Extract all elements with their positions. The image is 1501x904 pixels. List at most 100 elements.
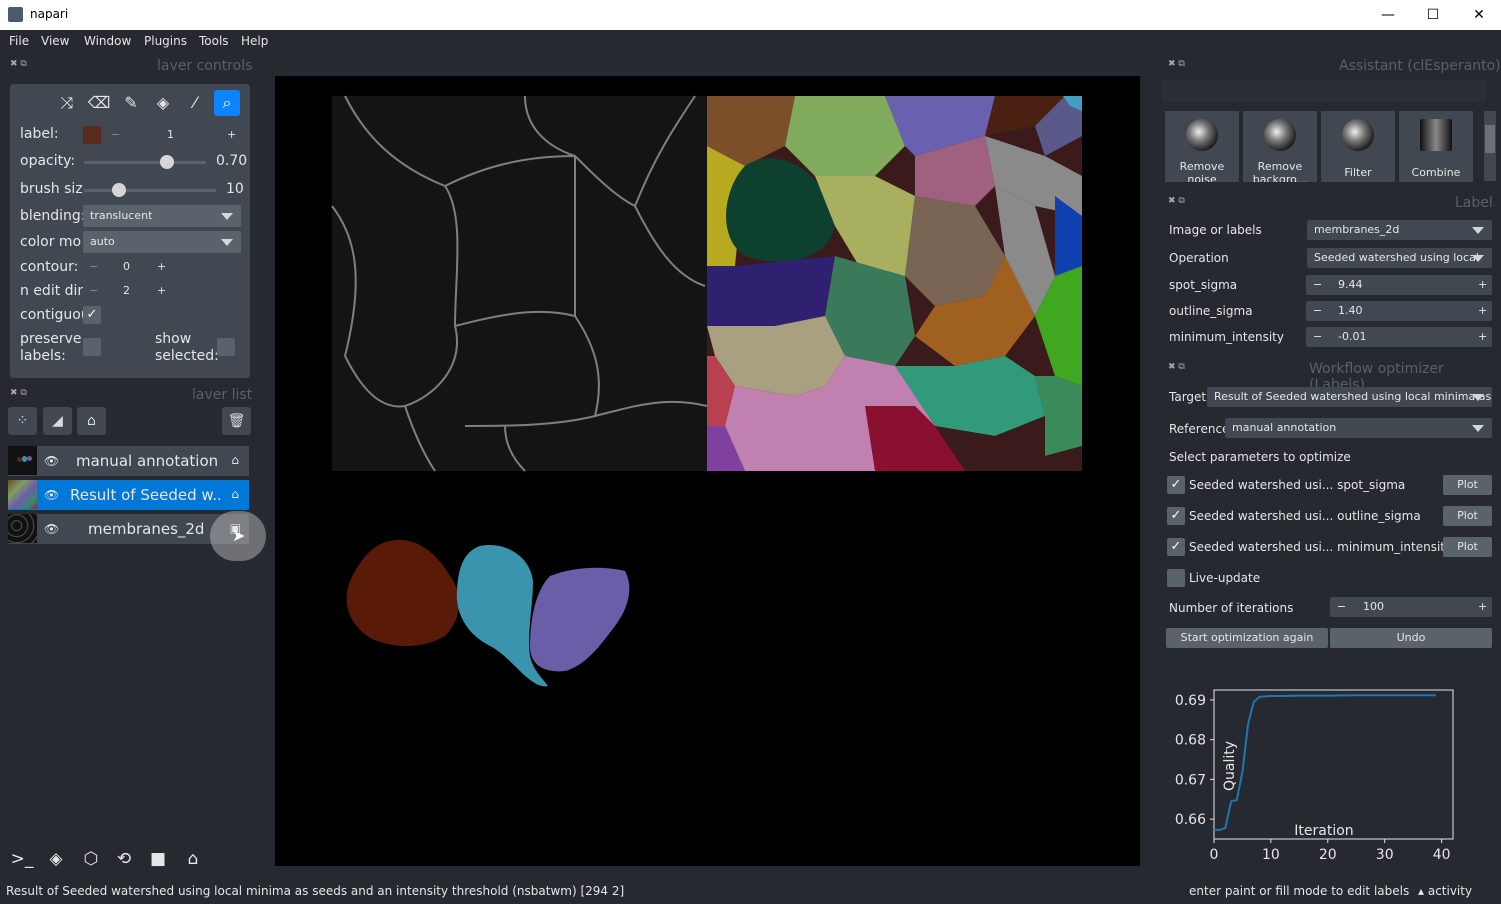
reference-dropdown[interactable]: manual annotation xyxy=(1225,418,1492,438)
viewer-canvas[interactable] xyxy=(275,76,1140,866)
increment-icon[interactable]: + xyxy=(1478,275,1487,295)
image-or-labels-label: Image or labels xyxy=(1169,223,1262,237)
new-shapes-layer-icon[interactable]: ◢ xyxy=(43,407,72,435)
opacity-slider-handle[interactable] xyxy=(160,155,174,169)
layer-row-seeded-watershed[interactable]: 👁 Result of Seeded w... ⌂ xyxy=(8,480,249,510)
chevron-down-icon xyxy=(1472,425,1484,432)
activity-button[interactable]: ▴ activity xyxy=(1418,884,1472,898)
outline-sigma-spinbox[interactable]: − 1.40 + xyxy=(1306,301,1492,321)
live-update-checkbox[interactable] xyxy=(1167,569,1185,587)
menu-window[interactable]: Window xyxy=(84,34,131,48)
contiguous-checkbox[interactable]: ✓ xyxy=(83,306,101,324)
n-edit-dim-increment-icon[interactable]: + xyxy=(157,281,166,301)
menu-plugins[interactable]: Plugins xyxy=(144,34,187,48)
label-spinbox[interactable]: − 1 + xyxy=(105,125,242,145)
n-edit-dim-spinbox[interactable]: − 2 + xyxy=(83,281,171,301)
visibility-eye-icon[interactable]: 👁 xyxy=(44,454,59,468)
param-spot-sigma-checkbox[interactable]: ✓ xyxy=(1167,476,1185,494)
dock-float-icons[interactable]: ✖ ⧉ xyxy=(1168,196,1185,206)
layer-row-membranes-2d[interactable]: 👁 membranes_2d ▣ ➤ xyxy=(8,511,266,561)
tile-combine[interactable]: Combine xyxy=(1399,111,1473,182)
layer-name[interactable]: Result of Seeded w... xyxy=(70,486,220,504)
target-dropdown[interactable]: Result of Seeded watershed using local m… xyxy=(1207,387,1492,407)
opacity-slider[interactable] xyxy=(84,161,206,164)
dock-float-icons[interactable]: ✖ ⧉ xyxy=(1168,362,1185,372)
increment-icon[interactable]: + xyxy=(1478,597,1487,617)
roll-dimensions-icon[interactable]: ⬡ xyxy=(77,845,105,873)
decrement-icon[interactable]: − xyxy=(1337,597,1346,617)
iterations-spinbox[interactable]: − 100 + xyxy=(1330,597,1492,617)
menu-help[interactable]: Help xyxy=(241,34,268,48)
label-decrement-icon[interactable]: − xyxy=(111,125,120,145)
contour-spinbox[interactable]: − 0 + xyxy=(83,257,171,277)
brush-size-slider-handle[interactable] xyxy=(112,183,126,197)
assistant-scrollbar[interactable] xyxy=(1484,111,1496,181)
start-optimization-button[interactable]: Start optimization again xyxy=(1166,628,1328,648)
color-picker-icon[interactable]: ⁄ xyxy=(182,90,208,116)
layer-name[interactable]: manual annotation xyxy=(76,452,226,470)
param-spot-sigma-label: Seeded watershed usi... spot_sigma xyxy=(1189,478,1406,492)
undo-button[interactable]: Undo xyxy=(1330,628,1492,648)
blending-dropdown[interactable]: translucent xyxy=(83,205,241,227)
color-mode-dropdown[interactable]: auto xyxy=(83,231,241,253)
plot-outline-sigma-button[interactable]: Plot xyxy=(1443,506,1492,526)
minimum-intensity-spinbox[interactable]: − -0.01 + xyxy=(1306,327,1492,347)
brush-size-value[interactable]: 10 xyxy=(226,181,244,197)
param-outline-sigma-checkbox[interactable]: ✓ xyxy=(1167,507,1185,525)
visibility-eye-icon[interactable]: 👁 xyxy=(44,488,59,502)
eraser-icon[interactable]: ⌫ xyxy=(86,90,112,116)
menu-view[interactable]: View xyxy=(41,34,69,48)
brush-size-slider[interactable] xyxy=(84,189,216,192)
new-labels-layer-icon[interactable]: ⌂ xyxy=(77,407,106,435)
dock-float-icons[interactable]: ✖ ⧉ xyxy=(10,388,27,398)
n-edit-dim-decrement-icon[interactable]: − xyxy=(89,281,98,301)
plot-spot-sigma-button[interactable]: Plot xyxy=(1443,475,1492,495)
visibility-eye-icon[interactable]: 👁 xyxy=(44,522,59,536)
spot-sigma-spinbox[interactable]: − 9.44 + xyxy=(1306,275,1492,295)
operation-dropdown[interactable]: Seeded watershed using local xyxy=(1307,248,1492,268)
maximize-button[interactable]: ☐ xyxy=(1410,0,1456,30)
tile-remove-noise[interactable]: Remove noise xyxy=(1165,111,1239,182)
new-points-layer-icon[interactable]: ⁘ xyxy=(8,407,37,435)
napari-app-icon xyxy=(8,7,23,22)
contour-increment-icon[interactable]: + xyxy=(157,257,166,277)
operation-value: Seeded watershed using local xyxy=(1314,251,1479,264)
contour-decrement-icon[interactable]: − xyxy=(89,257,98,277)
paintbrush-icon[interactable]: ✎ xyxy=(118,90,144,116)
show-selected-checkbox[interactable] xyxy=(217,338,235,356)
plot-minimum-intensity-button[interactable]: Plot xyxy=(1443,537,1492,557)
dock-float-icons[interactable]: ✖ ⧉ xyxy=(1168,59,1185,69)
menu-file[interactable]: File xyxy=(9,34,29,48)
ndisplay-toggle-icon[interactable]: ◈ xyxy=(42,845,70,873)
decrement-icon[interactable]: − xyxy=(1313,275,1322,295)
decrement-icon[interactable]: − xyxy=(1313,327,1322,347)
preserve-labels-checkbox[interactable] xyxy=(83,338,101,356)
tile-remove-background[interactable]: Remove backgro... xyxy=(1243,111,1317,182)
home-icon[interactable]: ⌂ xyxy=(179,845,207,873)
shuffle-colors-icon[interactable]: ⤨ xyxy=(54,90,80,116)
increment-icon[interactable]: + xyxy=(1478,301,1487,321)
delete-layer-icon[interactable]: 🗑 xyxy=(222,407,251,435)
zoom-pan-icon[interactable]: ⌕ xyxy=(214,90,240,116)
layer-row-manual-annotation[interactable]: 👁 manual annotation ⌂ xyxy=(8,446,249,476)
decrement-icon[interactable]: − xyxy=(1313,301,1322,321)
fill-bucket-icon[interactable]: ◈ xyxy=(150,90,176,116)
label-color-swatch[interactable] xyxy=(83,126,101,144)
console-icon[interactable]: >_ xyxy=(8,845,36,873)
minimize-button[interactable]: — xyxy=(1365,0,1411,30)
tile-filter[interactable]: Filter xyxy=(1321,111,1395,182)
image-or-labels-dropdown[interactable]: membranes_2d xyxy=(1307,220,1492,240)
menu-tools[interactable]: Tools xyxy=(199,34,229,48)
target-label: Target xyxy=(1169,390,1207,404)
dock-float-icons[interactable]: ✖ ⧉ xyxy=(10,59,27,69)
grid-toggle-icon[interactable]: ■ xyxy=(144,845,172,873)
close-button[interactable]: ✕ xyxy=(1456,0,1501,30)
opacity-value[interactable]: 0.70 xyxy=(216,153,250,169)
param-minimum-intensity-checkbox[interactable]: ✓ xyxy=(1167,538,1185,556)
label-increment-icon[interactable]: + xyxy=(227,125,236,145)
layer-name[interactable]: membranes_2d xyxy=(88,520,218,538)
transpose-dimensions-icon[interactable]: ⟲ xyxy=(110,845,138,873)
tile-label: Remove noise xyxy=(1179,160,1225,182)
increment-icon[interactable]: + xyxy=(1478,327,1487,347)
tile-label: Combine xyxy=(1411,166,1461,179)
